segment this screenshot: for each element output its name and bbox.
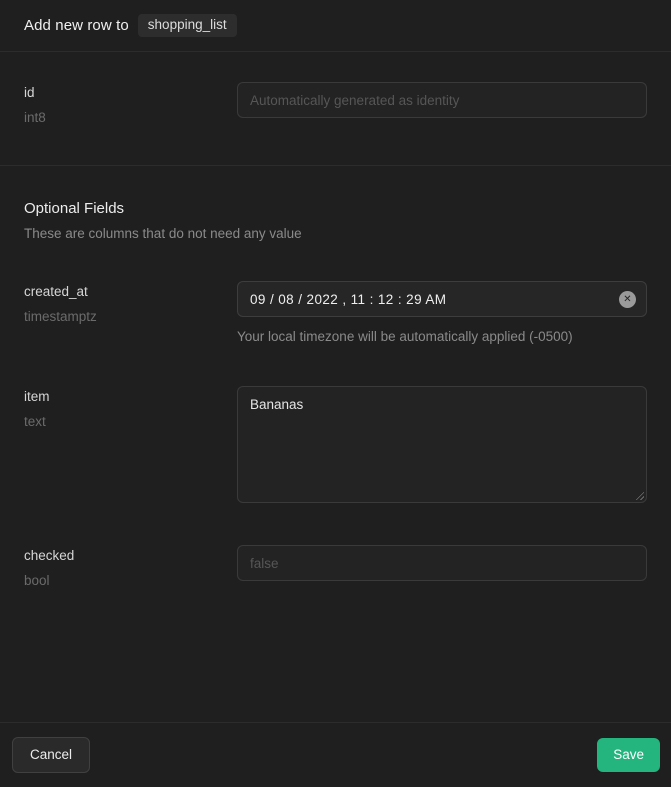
field-control-item: Bananas (237, 386, 647, 503)
field-row-created-at: created_at timestamptz 09 / 08 / 2022 , … (24, 281, 647, 344)
save-button[interactable]: Save (597, 738, 660, 773)
field-row-id: id int8 (24, 82, 647, 125)
add-row-panel: Add new row to shopping_list id int8 Opt… (0, 0, 671, 787)
field-type-item: text (24, 414, 237, 429)
field-type-checked: bool (24, 573, 237, 588)
field-labels-created-at: created_at timestamptz (24, 281, 237, 324)
created-at-datetime-input[interactable]: 09 / 08 / 2022 , 11 : 12 : 29 AM ✕ (237, 281, 647, 317)
optional-fields-subtitle: These are columns that do not need any v… (24, 226, 647, 241)
cancel-button[interactable]: Cancel (12, 737, 90, 774)
table-name-badge: shopping_list (138, 14, 237, 37)
item-textarea[interactable]: Bananas (237, 386, 647, 503)
created-at-value: 09 / 08 / 2022 , 11 : 12 : 29 AM (250, 292, 619, 307)
field-label-created-at: created_at (24, 284, 237, 299)
field-control-checked (237, 545, 647, 581)
field-type-id: int8 (24, 110, 237, 125)
field-label-item: item (24, 389, 237, 404)
field-label-checked: checked (24, 548, 237, 563)
field-label-id: id (24, 85, 237, 100)
panel-header: Add new row to shopping_list (0, 0, 671, 52)
field-row-checked: checked bool (24, 545, 647, 588)
timezone-helper-text: Your local timezone will be automaticall… (237, 329, 647, 344)
field-type-created-at: timestamptz (24, 309, 237, 324)
id-input[interactable] (237, 82, 647, 118)
field-labels-id: id int8 (24, 82, 237, 125)
field-row-item: item text Bananas (24, 386, 647, 503)
optional-fields-title: Optional Fields (24, 200, 647, 217)
required-fields-section: id int8 (0, 52, 671, 166)
panel-footer: Cancel Save (0, 722, 671, 787)
panel-title: Add new row to (24, 17, 129, 34)
field-control-id (237, 82, 647, 118)
field-labels-item: item text (24, 386, 237, 429)
clear-icon[interactable]: ✕ (619, 291, 636, 308)
field-control-created-at: 09 / 08 / 2022 , 11 : 12 : 29 AM ✕ Your … (237, 281, 647, 344)
item-textarea-wrap: Bananas (237, 386, 647, 503)
optional-fields-section: Optional Fields These are columns that d… (0, 166, 671, 722)
field-labels-checked: checked bool (24, 545, 237, 588)
checked-input[interactable] (237, 545, 647, 581)
